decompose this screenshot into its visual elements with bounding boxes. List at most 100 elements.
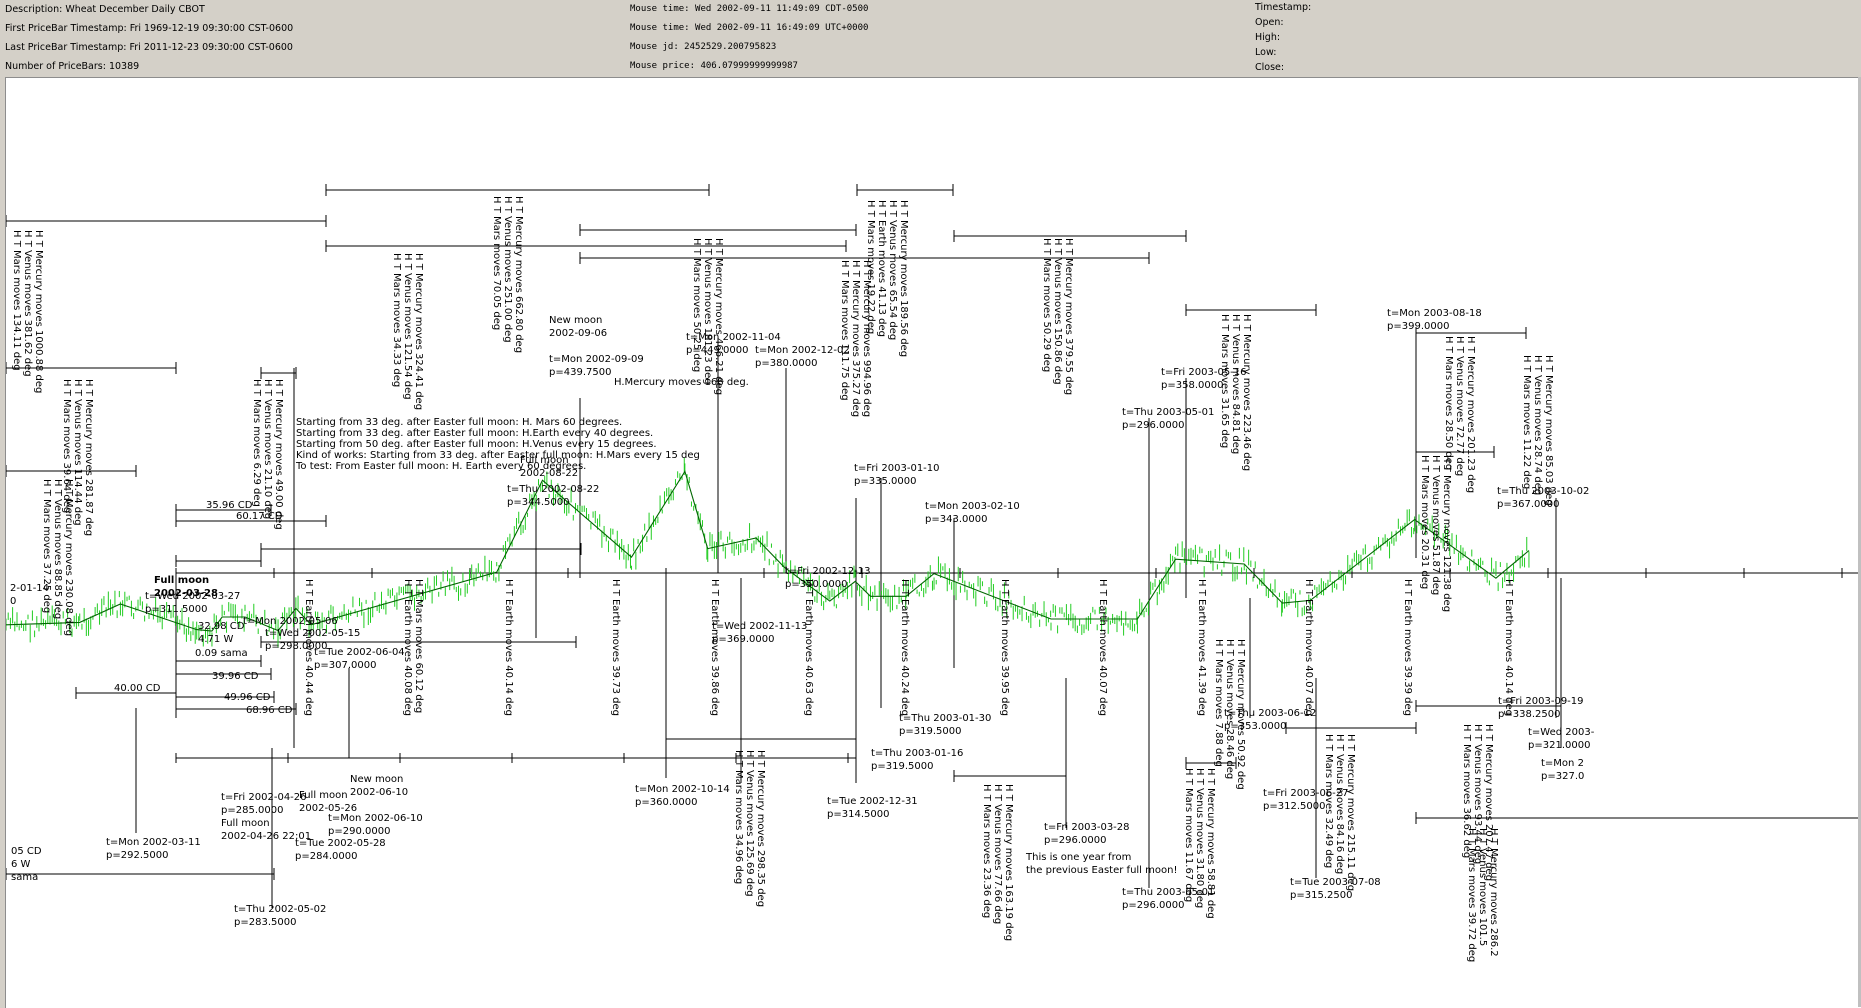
pivot-label: p=319.5000: [899, 726, 961, 737]
mouse-time-local: Mouse time: Wed 2002-09-11 11:49:09 CDT-…: [630, 4, 869, 14]
vertical-planet-label: H T Mercury moves 324.41 deg: [413, 253, 424, 410]
pivot-label: t=Mon 2002-06-10: [328, 813, 423, 824]
price-chart[interactable]: t=Wed 2002-03-27p=311.5000t=Mon 2002-03-…: [6, 78, 1861, 1008]
vertical-planet-label: H T Mercury moves 50.92 deg: [1235, 639, 1246, 790]
vertical-planet-label: H T Earth moves 39.73 deg: [610, 579, 621, 716]
vertical-planet-label: H T Mars moves 32.49 deg: [1323, 734, 1334, 868]
first-timestamp-text: First PriceBar Timestamp: Fri 1969-12-19…: [5, 23, 294, 34]
pivot-label: t=Thu 2002-08-22: [507, 484, 599, 495]
pivot-label: New moon: [350, 774, 403, 785]
pivot-label: t=Fri 2003-03-28: [1044, 822, 1130, 833]
pivot-label: t=Tue 2002-06-04: [314, 647, 405, 658]
mouse-info-column: Mouse time: Wed 2002-09-11 11:49:09 CDT-…: [630, 0, 868, 76]
zigzag-line: [6, 470, 1530, 632]
pivot-label: t=Tue 2003-07-08: [1290, 877, 1381, 888]
vertical-planet-label: H T Mercury moves 281.87 deg: [83, 379, 94, 536]
vertical-planet-label: H T Mars moves 111.75 deg: [839, 260, 850, 401]
vertical-planet-label: H T Mercury moves 994.96 deg: [861, 260, 872, 417]
vertical-planet-label: H T Venus moves 125.69 deg: [744, 750, 755, 897]
vertical-planet-label: H T Mercury moves 215.11 deg: [1345, 734, 1356, 891]
vertical-planet-label: H T Mercury moves 298.35 deg: [755, 750, 766, 907]
pivot-label: t=Thu 2003-05-01: [1122, 407, 1214, 418]
pivot-label: p=343.0000: [925, 514, 987, 525]
mouse-price: Mouse price: 406.07999999999987: [630, 61, 798, 71]
vertical-planet-label: H T Venus moves 21.10 deg: [262, 379, 273, 519]
pivot-label: p=283.5000: [234, 917, 296, 928]
pivot-label: p=319.5000: [871, 761, 933, 772]
vertical-planet-label: H T Mars moves 23.36 deg: [981, 784, 992, 918]
pivot-label: p=290.0000: [328, 826, 390, 837]
pivot-label: t=Mon 2002-09-09: [549, 354, 644, 365]
mouse-jd: Mouse jd: 2452529.200795823: [630, 42, 777, 52]
pivot-label: p=399.0000: [1387, 321, 1449, 332]
analysis-note: Starting from 50 deg. after Easter full …: [296, 439, 657, 450]
vertical-planet-label: H T Mercury moves 466.21 deg: [713, 238, 724, 395]
pivot-label: p=439.7500: [549, 367, 611, 378]
pivot-label: t=Thu 2003-01-30: [899, 713, 991, 724]
vertical-planet-label: H T Venus moves 51.87 deg: [1430, 455, 1441, 595]
vertical-planet-label: H T Mercury moves 223.46 deg: [1241, 314, 1252, 471]
measure-label: 32.98 CD: [198, 621, 245, 632]
vertical-planet-label: H T Mars moves 28.50 deg: [1443, 336, 1454, 470]
pivot-label: t=Wed 2002-11-13: [712, 621, 807, 632]
vertical-planet-label: H T Mars moves 37.25 deg: [41, 479, 52, 613]
vertical-planet-label: H T Earth moves 40.14 deg: [1503, 579, 1514, 716]
vertical-planet-label: H T Venus moves 72.77 deg: [1454, 336, 1465, 476]
description-text: Description: Wheat December Daily CBOT: [5, 4, 205, 15]
vertical-planet-label: H T Mercury moves 230.08 deg: [63, 479, 74, 636]
vertical-planet-label: H T Earth moves 41.13 deg: [876, 200, 887, 337]
vertical-planet-label: H T Mars moves 11.22 deg: [1521, 355, 1532, 489]
vertical-planet-label: H T Mercury moves 201.23 deg: [1465, 336, 1476, 493]
pivot-label: t=Mon 2003-08-18: [1387, 308, 1482, 319]
measure-label: 40.00 CD: [114, 683, 161, 694]
vertical-planet-label: H T Mercury moves 49.00 deg: [273, 379, 284, 530]
pricebar-count-text: Number of PriceBars: 10389: [5, 61, 140, 72]
vertical-planet-label: H T Mars moves 134.11 deg: [11, 230, 22, 371]
pivot-label: t=Fri 2003-01-10: [854, 463, 940, 474]
pivot-label: p=335.0000: [854, 476, 916, 487]
vertical-planet-label: H T Earth moves 39.86 deg: [709, 579, 720, 716]
vertical-planet-label: H T Mercury moves 1000.88 deg: [33, 230, 44, 393]
pivot-label: t=Mon 2002-10-14: [635, 784, 730, 795]
vertical-planet-label: H T Mars moves 39.72 deg: [1466, 828, 1477, 962]
ohlc-high: High:: [1255, 32, 1281, 43]
pivot-label: p=284.0000: [295, 851, 357, 862]
vertical-planet-label: H T Mars moves 31.65 deg: [1219, 314, 1230, 448]
pricebar-info-column: Description: Wheat December Daily CBOT F…: [5, 0, 293, 76]
pivot-label: p=344.5000: [507, 497, 569, 508]
pivot-label: t=Fri 2002-04-26: [221, 792, 307, 803]
vertical-planet-label: H T Mercury moves 375.27 deg: [850, 260, 861, 417]
vertical-planet-label: H T Venus moves 28.74 deg: [1532, 355, 1543, 495]
ohlc-timestamp: Timestamp:: [1255, 2, 1312, 13]
vertical-planet-label: H T Mars moves 70.05 deg: [491, 196, 502, 330]
vertical-planet-label: H T Earth moves 40.07 deg: [1303, 579, 1314, 716]
vertical-planet-label: H T Venus moves 84.16 deg: [1334, 734, 1345, 874]
ohlc-open: Open:: [1255, 17, 1284, 28]
pivot-label: t=Wed 2003-: [1528, 727, 1595, 738]
vertical-planet-label: H T Earth moves 40.07 deg: [1097, 579, 1108, 716]
vertical-planet-label: H T Earth moves 40.63 deg: [803, 579, 814, 716]
vertical-planet-label: H T Mars moves 7.88 deg: [1213, 639, 1224, 767]
vertical-planet-label: H T Earth moves 40.08 deg: [402, 579, 413, 716]
pivot-label: 0: [10, 596, 16, 607]
pivot-label: the previous Easter full moon!: [1026, 865, 1177, 876]
pivot-label: p=311.5000: [145, 604, 207, 615]
pivot-label: sama: [11, 872, 38, 883]
pivot-label: t=Tue 2002-12-31: [827, 796, 918, 807]
vertical-planet-label: H T Venus moves 65.54 deg: [887, 200, 898, 340]
vertical-planet-label: H T Venus moves 381.62 deg: [22, 230, 33, 377]
ohlc-close: Close:: [1255, 62, 1285, 73]
vertical-planet-label: H T Venus moves 150.86 deg: [1052, 238, 1063, 385]
vertical-planet-label: H T Earth moves 41.39 deg: [1196, 579, 1207, 716]
price-chart-panel[interactable]: t=Wed 2002-03-27 p=311.5000 t=Mon 2002-03-…: [5, 77, 1861, 1008]
analysis-note: Starting from 33 deg. after Easter full …: [296, 417, 622, 428]
pivot-label: t=Mon 2002-05-06: [243, 616, 338, 627]
pivot-label: t=Mon 2: [1541, 758, 1584, 769]
vertical-planet-label: H T Mercury moves 286.2: [1488, 828, 1499, 957]
pivot-label: p=296.0000: [1122, 420, 1184, 431]
vertical-planet-label: H T Mercury moves 189.56 deg: [898, 200, 909, 357]
pivot-label: t=Thu 2002-05-02: [234, 904, 326, 915]
vertical-planet-label: H T Mars moves 6.29 deg: [251, 379, 262, 507]
vertical-planet-label: H T Mercury moves 163.19 deg: [1003, 784, 1014, 941]
pivot-label: 2002-06-10: [350, 787, 408, 798]
